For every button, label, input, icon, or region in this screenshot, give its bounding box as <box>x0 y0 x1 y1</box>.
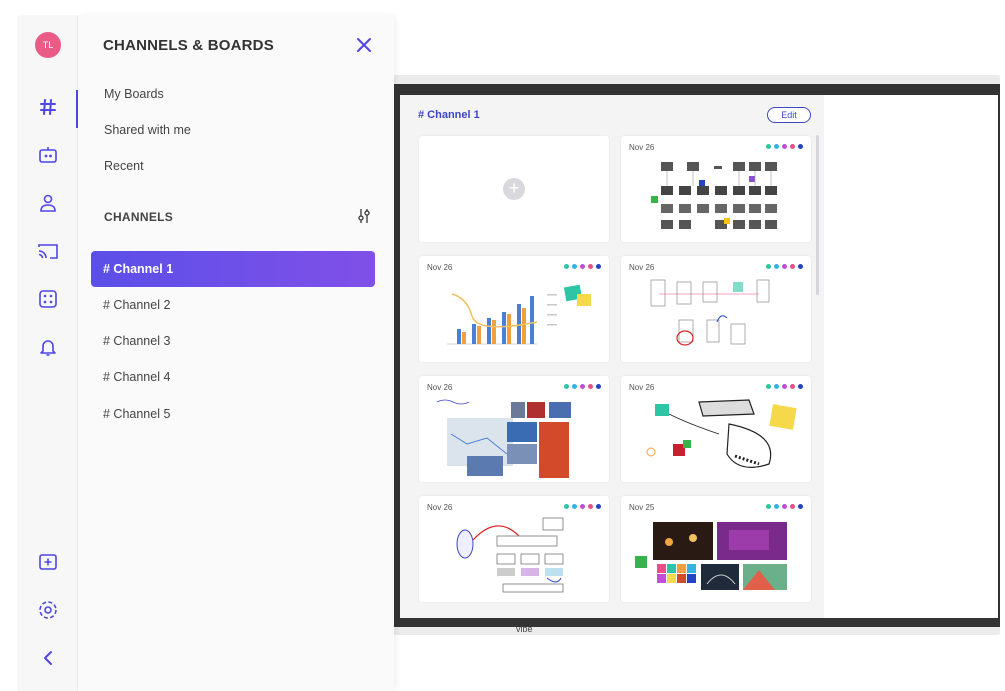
add-icon[interactable]: + <box>503 178 525 200</box>
nav-shared-with-me[interactable]: Shared with me <box>104 123 191 137</box>
board-card[interactable]: Nov 26 <box>621 136 811 242</box>
board-date: Nov 26 <box>629 263 655 272</box>
board-thumbnail <box>456 517 564 593</box>
scrollbar[interactable] <box>816 135 819 295</box>
collaborator-dots <box>564 384 601 389</box>
board-card[interactable]: Nov 26 <box>419 376 609 482</box>
board-thumbnail <box>646 399 797 468</box>
sidebar-title: CHANNELS & BOARDS <box>103 37 274 54</box>
board-date: Nov 26 <box>629 383 655 392</box>
filter-icon[interactable] <box>355 207 373 225</box>
channels-section-label: CHANNELS <box>104 210 174 224</box>
board-card[interactable]: Nov 26 <box>621 256 811 362</box>
board-card[interactable]: Nov 26 <box>621 376 811 482</box>
boards-panel: # Channel 1 Edit + Nov 26 Nov 26 Nov 26 … <box>400 95 824 618</box>
bell-icon[interactable] <box>36 335 60 359</box>
new-board-card[interactable]: + <box>419 136 609 242</box>
collaborator-dots <box>766 264 803 269</box>
collaborator-dots <box>766 144 803 149</box>
user-icon[interactable] <box>36 191 60 215</box>
channels-icon[interactable] <box>36 95 60 119</box>
add-board-icon[interactable] <box>36 550 60 574</box>
icon-rail: TL <box>17 15 78 691</box>
board-date: Nov 26 <box>427 383 453 392</box>
apps-icon[interactable] <box>36 287 60 311</box>
board-card[interactable]: Nov 26 <box>419 256 609 362</box>
channels-sidebar: CHANNELS & BOARDS My Boards Shared with … <box>78 15 394 691</box>
board-thumbnail <box>650 279 770 346</box>
channel-item-2[interactable]: # Channel 2 <box>91 287 375 323</box>
board-date: Nov 26 <box>427 503 453 512</box>
brand-label: vibe <box>516 624 533 634</box>
cast-icon[interactable] <box>36 239 60 263</box>
board-thumbnail <box>635 522 787 590</box>
board-card[interactable]: Nov 25 <box>621 496 811 602</box>
scoreboard-icon[interactable] <box>36 143 60 167</box>
board-date: Nov 26 <box>629 143 655 152</box>
collaborator-dots <box>564 264 601 269</box>
board-card[interactable]: Nov 26 <box>419 496 609 602</box>
collaborator-dots <box>766 384 803 389</box>
board-date: Nov 25 <box>629 503 655 512</box>
settings-icon[interactable] <box>36 598 60 622</box>
board-thumbnail <box>436 399 571 478</box>
collapse-icon[interactable] <box>36 646 60 670</box>
board-date: Nov 26 <box>427 263 453 272</box>
channel-item-3[interactable]: # Channel 3 <box>91 323 375 359</box>
edit-button[interactable]: Edit <box>767 107 811 123</box>
channel-item-5[interactable]: # Channel 5 <box>91 396 375 432</box>
channel-header: # Channel 1 <box>418 109 480 121</box>
board-thumbnail <box>651 162 777 229</box>
collaborator-dots <box>766 504 803 509</box>
board-thumbnail <box>447 284 591 345</box>
close-icon[interactable] <box>354 35 374 55</box>
avatar[interactable]: TL <box>35 32 61 58</box>
nav-recent[interactable]: Recent <box>104 159 144 173</box>
channel-item-1[interactable]: # Channel 1 <box>91 251 375 287</box>
collaborator-dots <box>564 504 601 509</box>
channel-item-4[interactable]: # Channel 4 <box>91 359 375 395</box>
nav-my-boards[interactable]: My Boards <box>104 87 164 101</box>
